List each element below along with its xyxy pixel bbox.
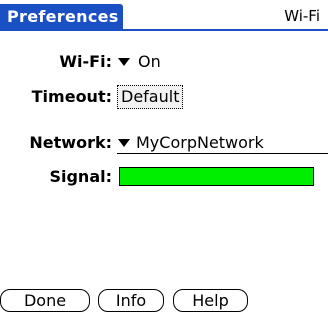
timeout-label: Timeout:: [31, 87, 112, 106]
panel-selector[interactable]: Wi-Fi: [284, 6, 320, 26]
wifi-value: On: [138, 52, 161, 71]
network-underline: [117, 153, 328, 154]
chevron-down-icon: [118, 58, 130, 66]
app-title[interactable]: Preferences: [0, 4, 123, 30]
timeout-selector[interactable]: Default: [117, 85, 184, 109]
network-popup[interactable]: MyCorpNetwork: [118, 132, 264, 154]
signal-meter-fill: [120, 168, 313, 185]
title-bar: Preferences Wi-Fi: [0, 0, 328, 34]
wifi-label: Wi-Fi:: [59, 52, 112, 71]
signal-meter: [119, 167, 314, 186]
signal-label: Signal:: [49, 167, 112, 186]
title-underline: [0, 29, 328, 31]
info-button[interactable]: Info: [98, 289, 164, 312]
network-value: MyCorpNetwork: [136, 133, 264, 152]
help-button[interactable]: Help: [173, 289, 248, 312]
done-button[interactable]: Done: [0, 289, 90, 312]
wifi-popup[interactable]: On: [118, 51, 161, 73]
network-label: Network:: [29, 133, 112, 152]
chevron-down-icon: [118, 139, 130, 147]
